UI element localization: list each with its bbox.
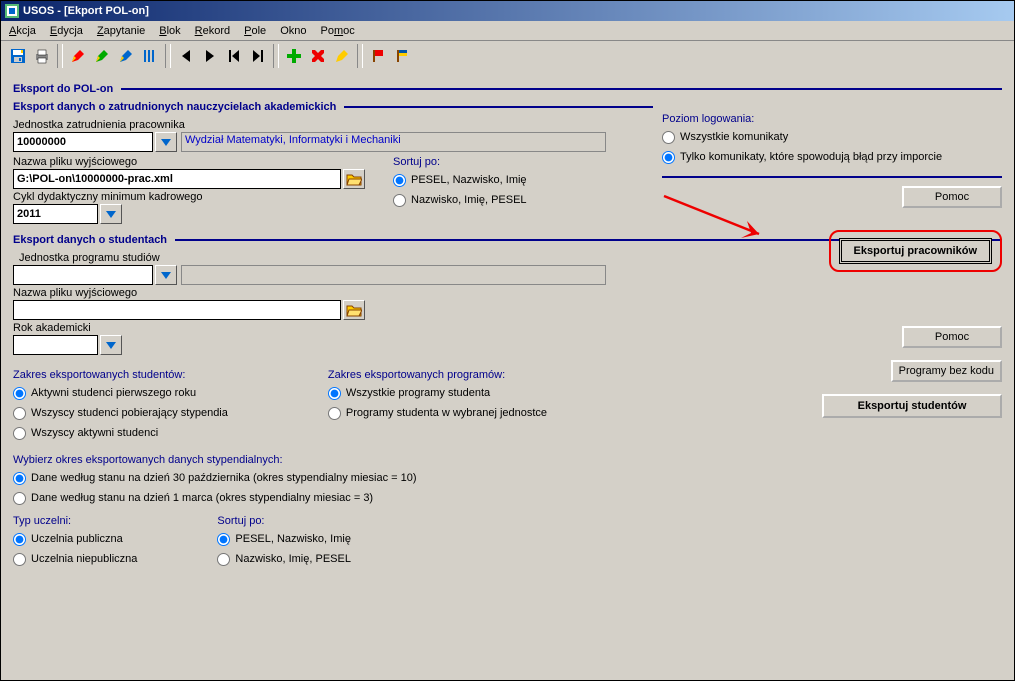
menu-akcja[interactable]: Akcja (9, 25, 36, 37)
window-titlebar: USOS - [Ekport POL-on] (1, 1, 1014, 21)
save-icon[interactable] (7, 45, 29, 67)
student-unit-input[interactable] (13, 265, 153, 285)
menu-rekord[interactable]: Rekord (195, 25, 230, 37)
add-green-icon[interactable] (283, 45, 305, 67)
stipend-oct-radio[interactable]: Dane według stanu na dzień 30 październi… (13, 469, 1002, 487)
edit-yellow-icon[interactable] (331, 45, 353, 67)
student-sort-title: Sortuj po: (217, 515, 351, 527)
programs-without-code-button[interactable]: Programy bez kodu (891, 360, 1002, 382)
section-teachers-title: Eksport danych o zatrudnionych nauczycie… (13, 101, 653, 113)
student-unit-lov-button[interactable] (155, 265, 177, 285)
help-teachers-button[interactable]: Pomoc (902, 186, 1002, 208)
teacher-cycle-label: Cykl dydaktyczny minimum kadrowego (13, 191, 365, 203)
teacher-sort-name-radio[interactable]: Nazwisko, Imię, PESEL (393, 191, 527, 209)
menu-pole[interactable]: Pole (244, 25, 266, 37)
menu-okno[interactable]: Okno (280, 25, 306, 37)
edit-green-icon[interactable] (91, 45, 113, 67)
student-unit-name (181, 265, 606, 285)
menu-pomoc[interactable]: Pomoc (320, 25, 354, 37)
student-sort-pesel-radio[interactable]: PESEL, Nazwisko, Imię (217, 530, 351, 548)
scope-students-3-radio[interactable]: Wszyscy aktywni studenci (13, 424, 228, 442)
teacher-unit-lov-button[interactable] (155, 132, 177, 152)
school-type-nonpublic-radio[interactable]: Uczelnia niepubliczna (13, 550, 137, 568)
teacher-unit-input[interactable] (13, 132, 153, 152)
student-year-lov-button[interactable] (100, 335, 122, 355)
stipend-title: Wybierz okres eksportowanych danych styp… (13, 454, 1002, 466)
loglevel-errors-radio[interactable]: Tylko komunikaty, które spowodują błąd p… (662, 148, 1002, 166)
teacher-file-input[interactable] (13, 169, 341, 189)
flag-icon[interactable] (367, 45, 389, 67)
next-bar-icon[interactable] (247, 45, 269, 67)
window-title: USOS - [Ekport POL-on] (23, 5, 149, 17)
scope-students-2-radio[interactable]: Wszyscy studenci pobierający stypendia (13, 404, 228, 422)
scope-programs-2-radio[interactable]: Programy studenta w wybranej jednostce (328, 404, 547, 422)
delete-red-icon[interactable] (307, 45, 329, 67)
menu-zapytanie[interactable]: Zapytanie (97, 25, 145, 37)
flag2-icon[interactable] (391, 45, 413, 67)
teacher-sort-pesel-radio[interactable]: PESEL, Nazwisko, Imię (393, 171, 527, 189)
student-sort-name-radio[interactable]: Nazwisko, Imię, PESEL (217, 550, 351, 568)
menu-blok[interactable]: Blok (159, 25, 180, 37)
app-icon (5, 4, 19, 18)
menubar: Akcja Edycja Zapytanie Blok Rekord Pole … (1, 21, 1014, 41)
student-file-label: Nazwa pliku wyjściowego (13, 287, 1002, 299)
school-type-public-radio[interactable]: Uczelnia publiczna (13, 530, 137, 548)
edit-blue-icon[interactable] (115, 45, 137, 67)
columns-icon[interactable] (139, 45, 161, 67)
teacher-cycle-input[interactable] (13, 204, 98, 224)
last-icon[interactable] (199, 45, 221, 67)
first-icon[interactable] (175, 45, 197, 67)
edit-red-icon[interactable] (67, 45, 89, 67)
student-file-browse-button[interactable] (343, 300, 365, 320)
teacher-file-label: Nazwa pliku wyjściowego (13, 156, 365, 168)
prev-bar-icon[interactable] (223, 45, 245, 67)
student-year-input[interactable] (13, 335, 98, 355)
scope-students-1-radio[interactable]: Aktywni studenci pierwszego roku (13, 384, 228, 402)
help-students-button[interactable]: Pomoc (902, 326, 1002, 348)
teacher-unit-name: Wydział Matematyki, Informatyki i Mechan… (181, 132, 606, 152)
school-type-title: Typ uczelni: (13, 515, 137, 527)
scope-students-title: Zakres eksportowanych studentów: (13, 369, 228, 381)
teacher-sort-label: Sortuj po: (393, 156, 527, 168)
teacher-file-browse-button[interactable] (343, 169, 365, 189)
export-teachers-button[interactable]: Eksportuj pracowników (839, 238, 992, 264)
scope-programs-title: Zakres eksportowanych programów: (328, 369, 547, 381)
student-file-input[interactable] (13, 300, 341, 320)
scope-programs-1-radio[interactable]: Wszystkie programy studenta (328, 384, 547, 402)
section-main-title: Eksport do POL-on (13, 83, 1002, 95)
print-icon[interactable] (31, 45, 53, 67)
menu-edycja[interactable]: Edycja (50, 25, 83, 37)
loglevel-title: Poziom logowania: (662, 113, 1002, 125)
stipend-mar-radio[interactable]: Dane według stanu na dzień 1 marca (okre… (13, 489, 1002, 507)
teacher-cycle-lov-button[interactable] (100, 204, 122, 224)
loglevel-all-radio[interactable]: Wszystkie komunikaty (662, 128, 1002, 146)
toolbar (1, 41, 1014, 71)
export-students-button[interactable]: Eksportuj studentów (822, 394, 1002, 418)
